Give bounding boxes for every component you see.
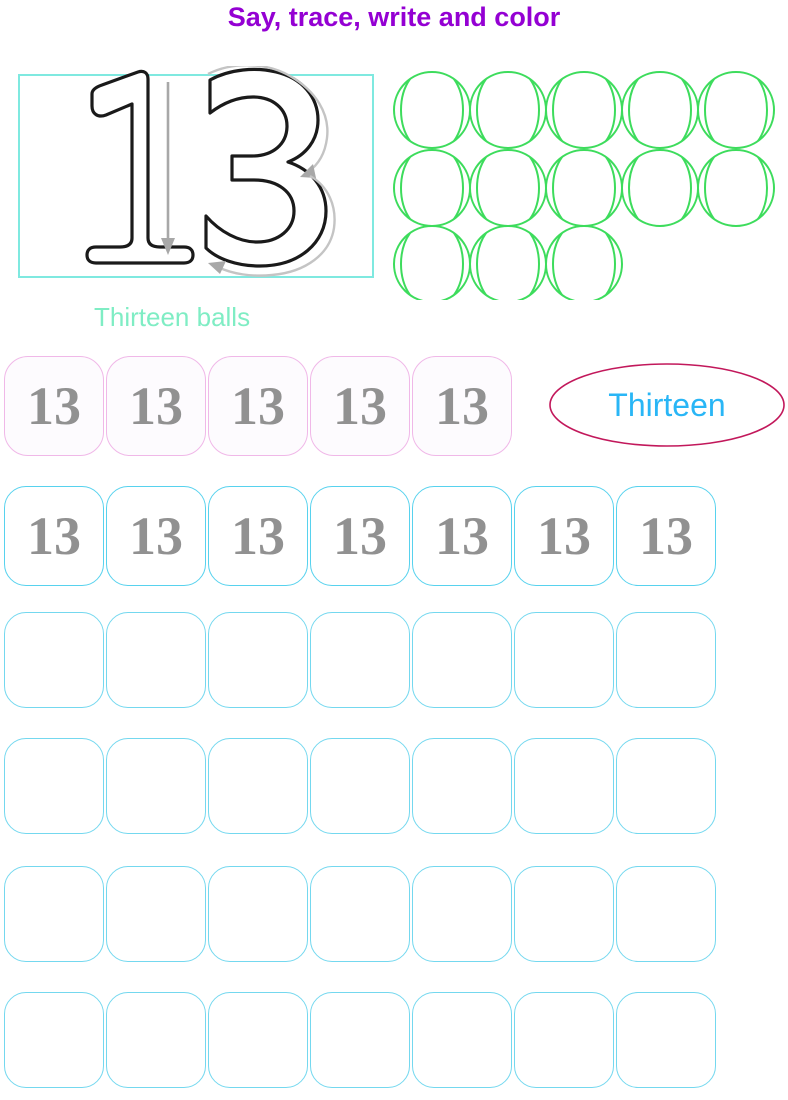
write-cell[interactable] (514, 738, 614, 834)
write-cell[interactable] (412, 992, 512, 1088)
write-cell[interactable] (106, 992, 206, 1088)
cell-number: 13 (333, 506, 387, 566)
trace-cell[interactable]: 13 (412, 486, 512, 586)
trace-cell[interactable]: 13 (106, 486, 206, 586)
down-arrow-icon (161, 82, 175, 255)
practice-row-trace-pink: 13 13 13 13 13 (4, 356, 512, 456)
page-title: Say, trace, write and color (227, 2, 561, 32)
trace-cell[interactable]: 13 (514, 486, 614, 586)
trace-cell[interactable]: 13 (208, 356, 308, 456)
write-cell[interactable] (4, 738, 104, 834)
digit-one-outline (85, 69, 195, 265)
trace-cell[interactable]: 13 (616, 486, 716, 586)
write-cell[interactable] (310, 738, 410, 834)
write-cell[interactable] (4, 612, 104, 708)
write-cell[interactable] (4, 866, 104, 962)
trace-cell[interactable]: 13 (310, 486, 410, 586)
word-bubble: Thirteen (548, 362, 786, 448)
write-cell[interactable] (310, 992, 410, 1088)
balls-caption: Thirteen balls (94, 302, 251, 332)
write-cell[interactable] (208, 866, 308, 962)
write-cell[interactable] (310, 866, 410, 962)
write-cell[interactable] (310, 612, 410, 708)
practice-row-blank-4 (4, 992, 716, 1088)
write-cell[interactable] (208, 738, 308, 834)
ball-icon (697, 149, 775, 227)
trace-cell[interactable]: 13 (412, 356, 512, 456)
ball-icon (393, 71, 471, 149)
ball-icon (545, 149, 623, 227)
cell-number: 13 (231, 506, 285, 566)
trace-cell[interactable]: 13 (208, 486, 308, 586)
cell-number: 13 (435, 506, 489, 566)
write-cell[interactable] (514, 992, 614, 1088)
balls-illustration (393, 71, 775, 300)
trace-cell[interactable]: 13 (4, 486, 104, 586)
cell-number: 13 (27, 376, 81, 436)
ball-icon (621, 71, 699, 149)
ball-icon (621, 149, 699, 227)
ball-icon (469, 71, 547, 149)
write-cell[interactable] (412, 612, 512, 708)
write-cell[interactable] (106, 866, 206, 962)
trace-cell[interactable]: 13 (106, 356, 206, 456)
trace-cell[interactable]: 13 (4, 356, 104, 456)
write-cell[interactable] (208, 992, 308, 1088)
cell-number: 13 (435, 376, 489, 436)
ball-icon (393, 225, 471, 300)
write-cell[interactable] (412, 866, 512, 962)
write-cell[interactable] (208, 612, 308, 708)
ball-icon (469, 225, 547, 300)
ball-icon (393, 149, 471, 227)
write-cell[interactable] (514, 866, 614, 962)
digit-three-outline (204, 67, 328, 268)
cell-number: 13 (537, 506, 591, 566)
ball-icon (545, 71, 623, 149)
cell-number: 13 (639, 506, 693, 566)
practice-row-trace-cyan: 13 13 13 13 13 13 13 (4, 486, 716, 586)
write-cell[interactable] (616, 992, 716, 1088)
practice-row-blank-3 (4, 866, 716, 962)
cell-number: 13 (231, 376, 285, 436)
ball-icon (469, 149, 547, 227)
cell-number: 13 (333, 376, 387, 436)
write-cell[interactable] (106, 738, 206, 834)
write-cell[interactable] (106, 612, 206, 708)
hero-number-13-outline (85, 66, 336, 277)
practice-row-blank-1 (4, 612, 716, 708)
write-cell[interactable] (616, 738, 716, 834)
cell-number: 13 (27, 506, 81, 566)
practice-row-blank-2 (4, 738, 716, 834)
write-cell[interactable] (514, 612, 614, 708)
ball-icon (697, 71, 775, 149)
write-cell[interactable] (616, 612, 716, 708)
write-cell[interactable] (616, 866, 716, 962)
number-word-label: Thirteen (608, 386, 726, 423)
write-cell[interactable] (412, 738, 512, 834)
ball-icon (545, 225, 623, 300)
cell-number: 13 (129, 376, 183, 436)
write-cell[interactable] (4, 992, 104, 1088)
cell-number: 13 (129, 506, 183, 566)
trace-cell[interactable]: 13 (310, 356, 410, 456)
